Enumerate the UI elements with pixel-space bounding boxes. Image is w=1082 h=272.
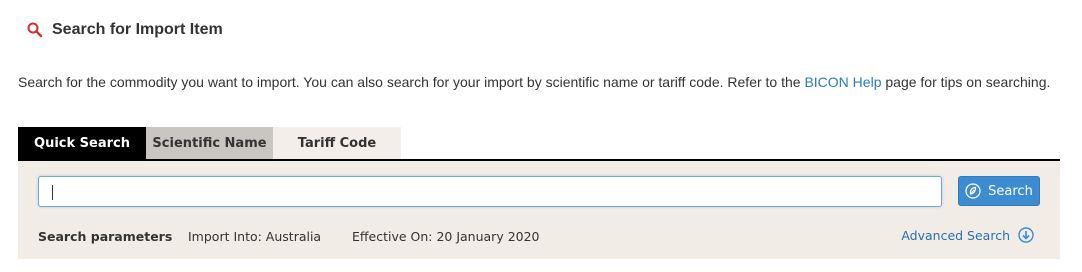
tab-scientific-name[interactable]: Scientific Name	[146, 127, 273, 159]
page-title: Search for Import Item	[52, 21, 223, 38]
search-button[interactable]: Search	[958, 176, 1040, 206]
search-icon	[26, 21, 44, 39]
advanced-search-label: Advanced Search	[901, 227, 1010, 243]
advanced-search-link[interactable]: Advanced Search	[901, 227, 1034, 243]
search-tabs: Quick Search Scientific Name Tariff Code	[18, 127, 401, 159]
import-into-value: Import Into: Australia	[188, 229, 322, 244]
page-header: Search for Import Item	[26, 21, 223, 39]
search-panel: Search Search parameters Import Into: Au…	[18, 161, 1060, 259]
effective-on-value: Effective On: 20 January 2020	[352, 229, 540, 244]
intro-text-before: Search for the commodity you want to imp…	[18, 74, 805, 90]
text-caret	[52, 185, 53, 200]
intro-text-after: page for tips on searching.	[881, 74, 1051, 90]
tab-quick-search[interactable]: Quick Search	[18, 127, 146, 159]
leaf-circle-icon	[965, 183, 981, 199]
intro-text: Search for the commodity you want to imp…	[18, 72, 1064, 92]
search-button-label: Search	[988, 183, 1033, 199]
tab-tariff-code[interactable]: Tariff Code	[273, 127, 401, 159]
bicon-help-link[interactable]: BICON Help	[804, 74, 881, 90]
search-parameters-label: Search parameters	[38, 229, 173, 244]
arrow-down-circle-icon	[1018, 227, 1034, 243]
search-input[interactable]	[38, 176, 942, 207]
